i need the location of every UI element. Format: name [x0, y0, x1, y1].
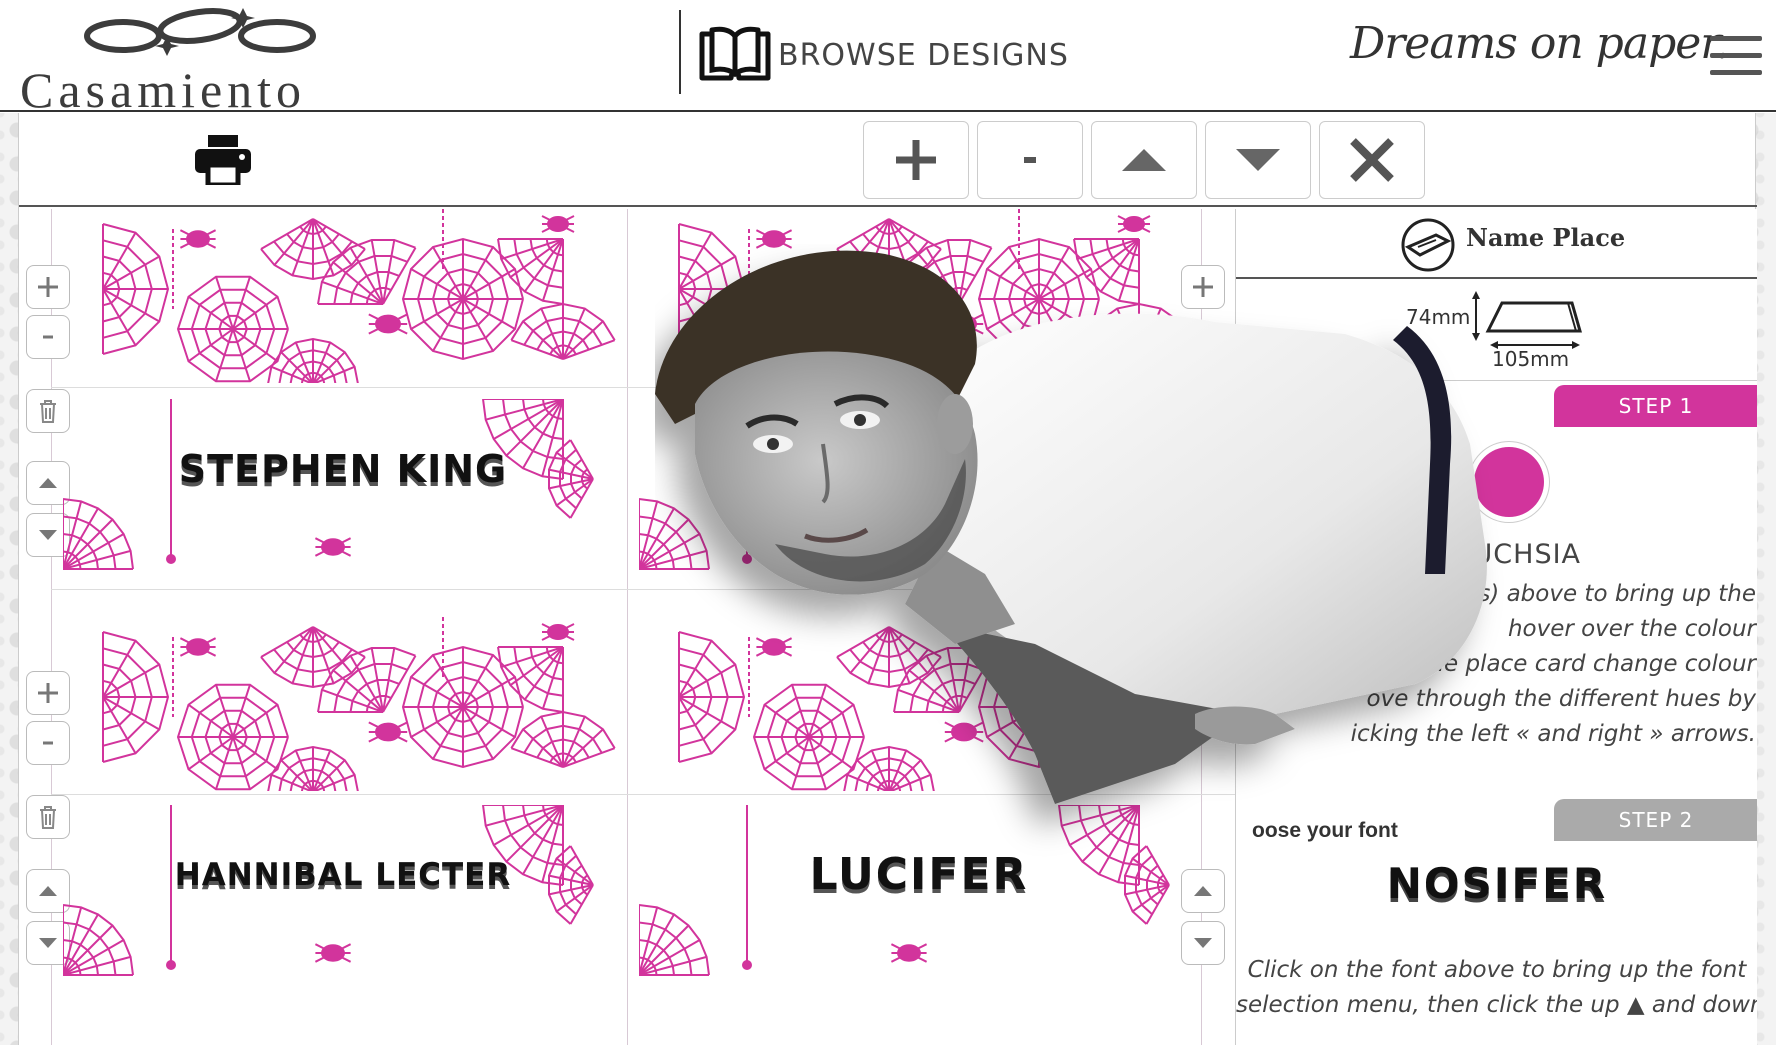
print-button[interactable]	[195, 135, 251, 188]
site-header: Casamiento BROWSE DESIGNS Dreams on pape…	[0, 0, 1776, 118]
trash-icon	[40, 400, 56, 423]
browse-designs-link[interactable]: BROWSE DESIGNS	[698, 26, 1069, 84]
guest-name[interactable]: STEPHEN KING	[63, 447, 623, 491]
plus-icon	[38, 683, 58, 703]
spiderweb-pattern	[102, 209, 616, 383]
logo-text: Casamiento	[20, 62, 307, 118]
open-book-icon	[699, 26, 771, 81]
triangle-up-icon	[39, 886, 57, 896]
chain-logo-icon	[84, 8, 316, 56]
editor-toolbar	[19, 113, 1757, 207]
zoom-in-button[interactable]	[863, 121, 969, 199]
move-down-button[interactable]	[1205, 121, 1311, 199]
card-top-pattern	[63, 209, 623, 383]
tagline: Dreams on paper.	[1350, 18, 1729, 69]
menu-bar	[1710, 70, 1762, 75]
menu-bar	[1710, 36, 1762, 41]
spiderweb-pattern	[102, 617, 616, 791]
header-divider	[679, 10, 681, 94]
casamiento-logo[interactable]: Casamiento	[20, 6, 365, 118]
trash-icon	[40, 806, 56, 829]
step-2-tab: STEP 2	[1554, 799, 1757, 841]
place-card[interactable]: STEPHEN KING	[63, 399, 623, 573]
plus-icon	[896, 140, 936, 180]
triangle-down-icon	[39, 530, 57, 540]
printer-icon	[195, 135, 251, 188]
browse-designs-label: BROWSE DESIGNS	[778, 37, 1069, 73]
minus-icon	[43, 741, 53, 745]
step-1-tab: STEP 1	[1554, 385, 1757, 427]
plus-icon	[38, 277, 58, 297]
triangle-up-icon	[39, 478, 57, 488]
person-photo-overlay	[655, 250, 1487, 804]
close-button[interactable]	[1319, 121, 1425, 199]
menu-bar	[1710, 53, 1762, 58]
close-icon	[1350, 138, 1394, 182]
guest-name[interactable]: HANNIBAL LECTER	[63, 857, 623, 893]
hamburger-icon[interactable]	[1710, 36, 1762, 76]
triangle-up-icon	[1122, 149, 1166, 171]
minus-icon	[43, 335, 53, 339]
grid-line	[627, 209, 628, 1045]
step-2-instructions: Click on the font above to bring up the …	[1236, 953, 1757, 1023]
zoom-out-button[interactable]	[977, 121, 1083, 199]
instruction-line: Click on the font above to bring up the …	[1247, 957, 1747, 983]
place-card[interactable]: HANNIBAL LECTER	[63, 805, 623, 979]
minus-icon	[1024, 157, 1036, 163]
triangle-down-icon	[39, 938, 57, 948]
move-up-button[interactable]	[1091, 121, 1197, 199]
instruction-line: selection menu, then click the up ▲ and …	[1236, 992, 1757, 1018]
triangle-down-icon	[1236, 149, 1280, 171]
card-top-pattern	[63, 617, 623, 791]
